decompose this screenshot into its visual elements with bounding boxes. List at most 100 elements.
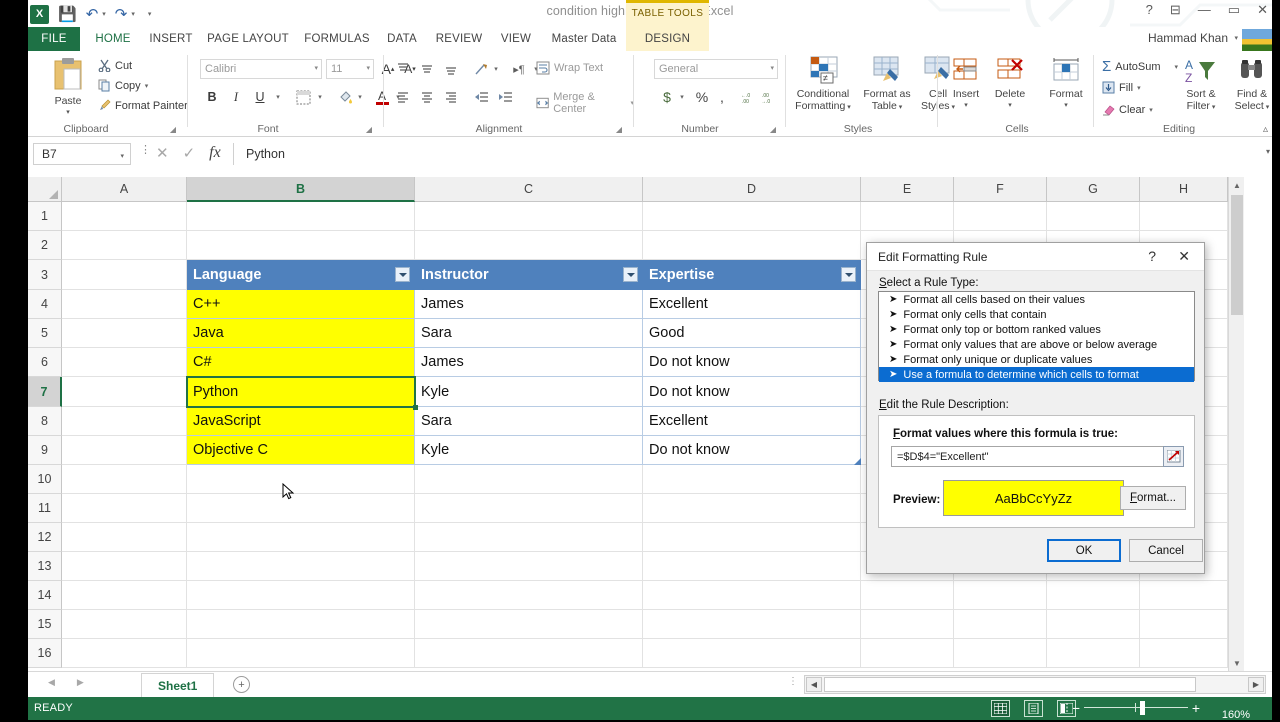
grid-cell[interactable] — [1047, 202, 1140, 231]
rule-type-option-4[interactable]: ➤ Format only unique or duplicate values — [879, 352, 1194, 367]
expand-formula-bar-icon[interactable]: ▾ — [1266, 147, 1270, 156]
grid-cell[interactable] — [187, 494, 415, 523]
align-top-icon[interactable] — [392, 59, 414, 79]
table-resize-handle[interactable] — [854, 458, 861, 465]
decrease-indent-icon[interactable] — [470, 87, 492, 107]
font-name-dropdown-icon[interactable]: ▾ — [314, 64, 318, 72]
fill-handle[interactable] — [413, 405, 418, 410]
tab-insert[interactable]: INSERT — [144, 27, 198, 51]
grid-cell[interactable] — [62, 523, 187, 552]
user-name-label[interactable]: Hammad Khan — [1148, 31, 1228, 45]
italic-button[interactable]: I — [226, 87, 246, 107]
table-row[interactable]: Sara — [415, 407, 643, 436]
font-size-input[interactable]: 11 ▾ — [326, 59, 374, 79]
number-format-select[interactable]: General ▾ — [654, 59, 778, 79]
page-layout-view-icon[interactable] — [1024, 700, 1043, 717]
grid-cell[interactable] — [954, 639, 1047, 668]
vertical-scroll-thumb[interactable] — [1231, 195, 1243, 315]
borders-dropdown-icon[interactable]: ▾ — [314, 89, 326, 105]
table-row[interactable]: C++ — [187, 290, 415, 319]
copy-button[interactable]: Copy ▾ — [98, 79, 148, 92]
grid-cell[interactable] — [415, 494, 643, 523]
rule-type-option-1[interactable]: ➤ Format only cells that contain — [879, 307, 1194, 322]
row-header-13[interactable]: 13 — [28, 552, 62, 581]
tab-formulas[interactable]: FORMULAS — [298, 27, 376, 51]
help-icon[interactable]: ? — [1146, 3, 1153, 16]
fill-dropdown-icon[interactable]: ▾ — [1137, 84, 1141, 92]
table-row[interactable]: Kyle — [415, 377, 643, 407]
grid-cell[interactable] — [954, 581, 1047, 610]
table-row[interactable]: Kyle — [415, 436, 643, 465]
table-row[interactable]: Do not know — [643, 436, 861, 465]
format-as-table-button[interactable]: Format as Table ▾ — [858, 55, 916, 112]
rule-type-option-3[interactable]: ➤ Format only values that are above or be… — [879, 337, 1194, 352]
table-row[interactable]: JavaScript — [187, 407, 415, 436]
formula-input[interactable]: Python — [233, 143, 1256, 165]
grid-cell[interactable] — [62, 581, 187, 610]
table-row[interactable]: Excellent — [643, 290, 861, 319]
number-dialog-launcher-icon[interactable]: ◢ — [770, 125, 776, 134]
confirm-entry-icon[interactable]: ✓ — [183, 144, 196, 162]
avatar[interactable] — [1242, 29, 1272, 51]
align-center-icon[interactable] — [416, 87, 438, 107]
underline-button[interactable]: U — [250, 87, 270, 107]
range-selector-icon[interactable] — [1163, 446, 1184, 467]
format-painter-button[interactable]: Format Painter — [98, 99, 188, 112]
grid-cell[interactable] — [62, 377, 187, 407]
formula-input-field[interactable]: =$D$4="Excellent" — [891, 446, 1183, 467]
align-right-icon[interactable] — [440, 87, 462, 107]
scroll-right-icon[interactable]: ▶ — [1248, 677, 1264, 692]
column-header-c[interactable]: C — [415, 177, 643, 202]
restore-icon[interactable]: ▭ — [1228, 3, 1240, 16]
increase-indent-icon[interactable] — [494, 87, 516, 107]
percent-button[interactable]: % — [692, 87, 712, 107]
align-bottom-icon[interactable] — [440, 59, 462, 79]
row-header-1[interactable]: 1 — [28, 202, 62, 231]
alignment-dialog-launcher-icon[interactable]: ◢ — [616, 125, 622, 134]
table-row[interactable]: James — [415, 290, 643, 319]
collapse-ribbon-icon[interactable]: ▵ — [1263, 124, 1268, 135]
grid-cell[interactable] — [1140, 639, 1228, 668]
table-row[interactable]: Good — [643, 319, 861, 348]
row-header-3[interactable]: 3 — [28, 260, 62, 290]
bold-button[interactable]: B — [202, 87, 222, 107]
currency-button[interactable]: $ — [658, 87, 676, 107]
previous-sheet-icon[interactable]: ◀ — [48, 677, 55, 688]
ribbon-display-options-icon[interactable]: ⊟ — [1170, 3, 1181, 16]
delete-cells-button[interactable]: Delete ▾ — [988, 57, 1032, 109]
tab-design[interactable]: DESIGN — [626, 27, 709, 51]
font-name-input[interactable]: Calibri ▾ — [200, 59, 322, 79]
grid-cell[interactable] — [187, 465, 415, 494]
grid-cell[interactable] — [415, 231, 643, 260]
tab-data[interactable]: DATA — [380, 27, 424, 51]
column-header-f[interactable]: F — [954, 177, 1047, 202]
row-header-15[interactable]: 15 — [28, 610, 62, 639]
row-header-7[interactable]: 7 — [28, 377, 62, 407]
cancel-button[interactable]: Cancel — [1129, 539, 1203, 562]
grid-cell[interactable] — [187, 581, 415, 610]
grid-cell[interactable] — [861, 581, 954, 610]
grid-cell[interactable] — [643, 639, 861, 668]
zoom-slider-thumb[interactable] — [1140, 701, 1145, 715]
grid-cell[interactable] — [643, 465, 861, 494]
close-icon[interactable]: ✕ — [1257, 3, 1268, 16]
vertical-scrollbar[interactable]: ▲ ▼ — [1228, 177, 1244, 671]
table-row[interactable]: Java — [187, 319, 415, 348]
filter-dropdown-instructor-icon[interactable] — [623, 267, 638, 282]
tab-home[interactable]: HOME — [88, 27, 138, 51]
format-cells-button[interactable]: Format ▾ — [1042, 57, 1090, 109]
row-header-8[interactable]: 8 — [28, 407, 62, 436]
grid-cell[interactable] — [187, 552, 415, 581]
grid-cell[interactable] — [415, 465, 643, 494]
grid-cell[interactable] — [1047, 581, 1140, 610]
grid-cell[interactable] — [1047, 639, 1140, 668]
conditional-formatting-button[interactable]: ≠ Conditional Formatting ▾ — [788, 55, 858, 112]
align-left-icon[interactable] — [392, 87, 414, 107]
horizontal-scroll-thumb[interactable] — [824, 677, 1196, 692]
grid-cell[interactable] — [62, 407, 187, 436]
next-sheet-icon[interactable]: ▶ — [77, 677, 84, 688]
orientation-icon[interactable] — [470, 59, 492, 79]
clear-dropdown-icon[interactable]: ▾ — [1149, 106, 1153, 114]
table-row[interactable]: C# — [187, 348, 415, 377]
grid-cell[interactable] — [415, 202, 643, 231]
